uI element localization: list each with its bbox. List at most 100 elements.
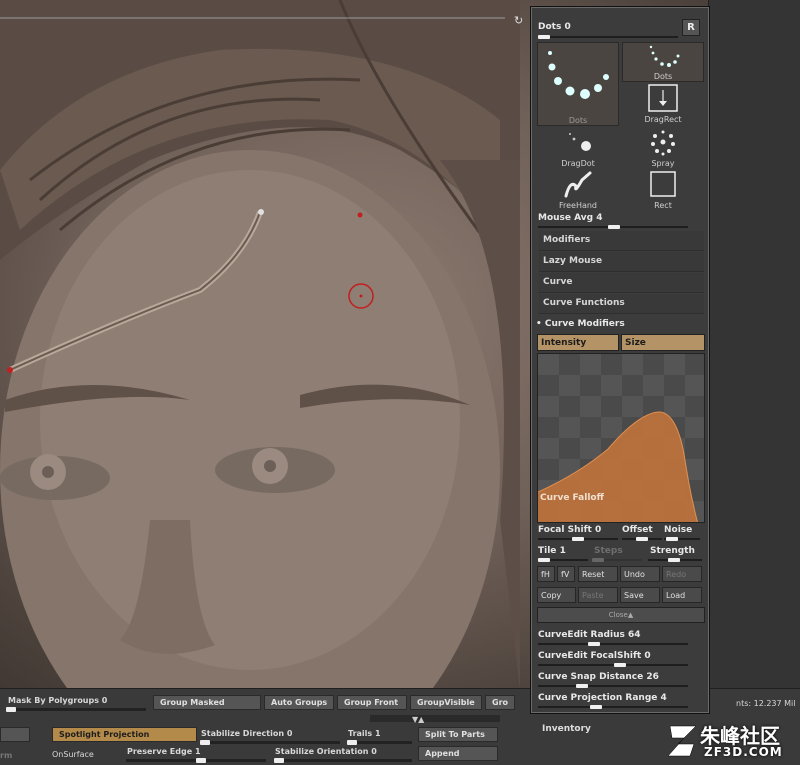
stroke-dragrect[interactable]: DragRect xyxy=(622,84,704,124)
stabilize-direction-track[interactable] xyxy=(200,740,340,745)
section-curve-functions[interactable]: Curve Functions xyxy=(539,294,704,314)
stroke-dots-large[interactable]: Dots xyxy=(537,42,619,126)
stroke-palette: ↻ Dots 0 R Dots Dots DragRect DragDot Sp… xyxy=(514,6,710,714)
offset-label[interactable]: Offset xyxy=(622,525,653,535)
curve-modifiers-header[interactable]: • Curve Modifiers xyxy=(536,319,625,329)
left-edge-button[interactable] xyxy=(0,727,30,742)
slider-knob[interactable] xyxy=(666,537,678,541)
section-lazy-mouse[interactable]: Lazy Mouse xyxy=(539,252,704,272)
spray-icon xyxy=(651,130,675,156)
curve-snap-distance-slider[interactable]: Curve Snap Distance 26 xyxy=(538,672,659,682)
curve-falloff-label: Curve Falloff xyxy=(540,493,604,503)
slider-knob[interactable] xyxy=(576,684,588,688)
append-button[interactable]: Append xyxy=(418,746,498,761)
auto-groups-button[interactable]: Auto Groups xyxy=(264,695,334,710)
collapse-arrows-icon[interactable]: ▼▲ xyxy=(412,715,424,724)
tile-slider[interactable]: Tile 1 xyxy=(538,546,566,556)
slider-knob[interactable] xyxy=(636,537,648,541)
group-masked-button[interactable]: Group Masked xyxy=(153,695,261,710)
preserve-edge-slider[interactable]: Preserve Edge 1 xyxy=(127,747,201,756)
curveedit-focalshift-slider[interactable]: CurveEdit FocalShift 0 xyxy=(538,651,651,661)
mouse-avg-slider[interactable]: Mouse Avg 4 xyxy=(538,213,603,223)
stroke-freehand[interactable]: FreeHand xyxy=(537,170,619,210)
tile-value: 1 xyxy=(559,546,566,556)
slider-knob[interactable] xyxy=(590,705,602,709)
stroke-spray[interactable]: Spray xyxy=(622,128,704,168)
dots-small-icon xyxy=(649,45,680,67)
slider-knob[interactable] xyxy=(274,758,284,763)
curveedit-radius-track[interactable] xyxy=(538,642,688,646)
stroke-rect[interactable]: Rect xyxy=(622,170,704,210)
onsurface-toggle[interactable]: OnSurface xyxy=(52,750,94,759)
stroke-caption: Rect xyxy=(654,201,672,210)
slider-knob[interactable] xyxy=(572,537,584,541)
stroke-dots-small[interactable]: Dots xyxy=(622,42,704,82)
mouse-avg-label: Mouse Avg xyxy=(538,213,594,223)
strength-label[interactable]: Strength xyxy=(650,546,695,556)
flip-h-button[interactable]: fH xyxy=(537,566,555,582)
offset-track[interactable] xyxy=(622,537,662,541)
stabilize-orientation-track[interactable] xyxy=(274,758,412,763)
flip-v-button[interactable]: fV xyxy=(557,566,575,582)
slider-knob[interactable] xyxy=(538,35,550,39)
focal-shift-slider[interactable]: Focal Shift 0 xyxy=(538,525,601,535)
close-curve-button[interactable]: Close▲ xyxy=(537,607,705,623)
slider-knob[interactable] xyxy=(668,558,680,562)
slider-knob[interactable] xyxy=(608,225,620,229)
curve-projection-range-track[interactable] xyxy=(538,705,688,709)
reset-button[interactable]: Reset xyxy=(578,566,618,582)
dots-value: 0 xyxy=(564,22,571,32)
copy-button[interactable]: Copy xyxy=(537,587,576,603)
strength-track[interactable] xyxy=(648,558,702,562)
slider-knob[interactable] xyxy=(538,558,550,562)
curve-falloff-editor[interactable]: Curve Falloff xyxy=(537,353,705,523)
trails-track[interactable] xyxy=(347,740,412,745)
noise-track[interactable] xyxy=(664,537,700,541)
slider-knob[interactable] xyxy=(6,707,16,712)
undo-button[interactable]: Undo xyxy=(620,566,660,582)
focal-shift-track[interactable] xyxy=(538,537,618,541)
slider-knob[interactable] xyxy=(614,663,626,667)
slider-knob[interactable] xyxy=(588,642,600,646)
trails-slider[interactable]: Trails 1 xyxy=(348,729,381,738)
load-button[interactable]: Load xyxy=(662,587,702,603)
stroke-dragdot[interactable]: DragDot xyxy=(537,128,619,168)
slider-knob[interactable] xyxy=(347,740,357,745)
inventory-section[interactable]: Inventory xyxy=(542,724,591,734)
mouse-avg-track[interactable] xyxy=(538,225,688,229)
stroke-caption: Dots xyxy=(568,116,588,125)
save-button[interactable]: Save xyxy=(620,587,660,603)
group-front-button[interactable]: Group Front xyxy=(337,695,407,710)
tab-size[interactable]: Size xyxy=(621,334,705,351)
rect-icon xyxy=(650,171,676,197)
reset-r-button[interactable]: R xyxy=(682,19,700,36)
trails-value: 1 xyxy=(374,729,381,738)
refresh-icon[interactable]: ↻ xyxy=(514,14,526,27)
slider-knob[interactable] xyxy=(200,740,210,745)
curveedit-radius-slider[interactable]: CurveEdit Radius 64 xyxy=(538,630,641,640)
curve-projection-range-slider[interactable]: Curve Projection Range 4 xyxy=(538,693,667,703)
curveedit-focalshift-track[interactable] xyxy=(538,663,688,667)
tab-intensity[interactable]: Intensity xyxy=(537,334,619,351)
spotlight-projection-button[interactable]: Spotlight Projection xyxy=(52,727,197,742)
slider-knob[interactable] xyxy=(196,758,206,763)
noise-label[interactable]: Noise xyxy=(664,525,692,535)
paste-button: Paste xyxy=(578,587,618,603)
group-visible-button[interactable]: GroupVisible xyxy=(410,695,482,710)
dots-track[interactable] xyxy=(538,35,678,39)
mask-by-polygroups-track[interactable] xyxy=(6,707,146,712)
points-readout: nts: 12.237 Mil xyxy=(736,699,796,708)
mask-by-polygroups-slider[interactable]: Mask By Polygroups 0 xyxy=(8,696,107,705)
tile-track[interactable] xyxy=(538,558,588,562)
section-curve[interactable]: Curve xyxy=(539,273,704,293)
stabilize-direction-slider[interactable]: Stabilize Direction 0 xyxy=(201,729,292,738)
section-modifiers[interactable]: Modifiers xyxy=(539,231,704,251)
stabilize-orientation-slider[interactable]: Stabilize Orientation 0 xyxy=(275,747,377,756)
gro-button-truncated[interactable]: Gro xyxy=(485,695,515,710)
preserve-edge-track[interactable] xyxy=(126,758,266,763)
steps-track xyxy=(592,558,642,562)
split-to-parts-button[interactable]: Split To Parts xyxy=(418,727,498,742)
curve-snap-distance-track[interactable] xyxy=(538,684,688,688)
dots-slider[interactable]: Dots 0 xyxy=(538,22,571,32)
mask-by-polygroups-label: Mask By Polygroups xyxy=(8,696,99,705)
